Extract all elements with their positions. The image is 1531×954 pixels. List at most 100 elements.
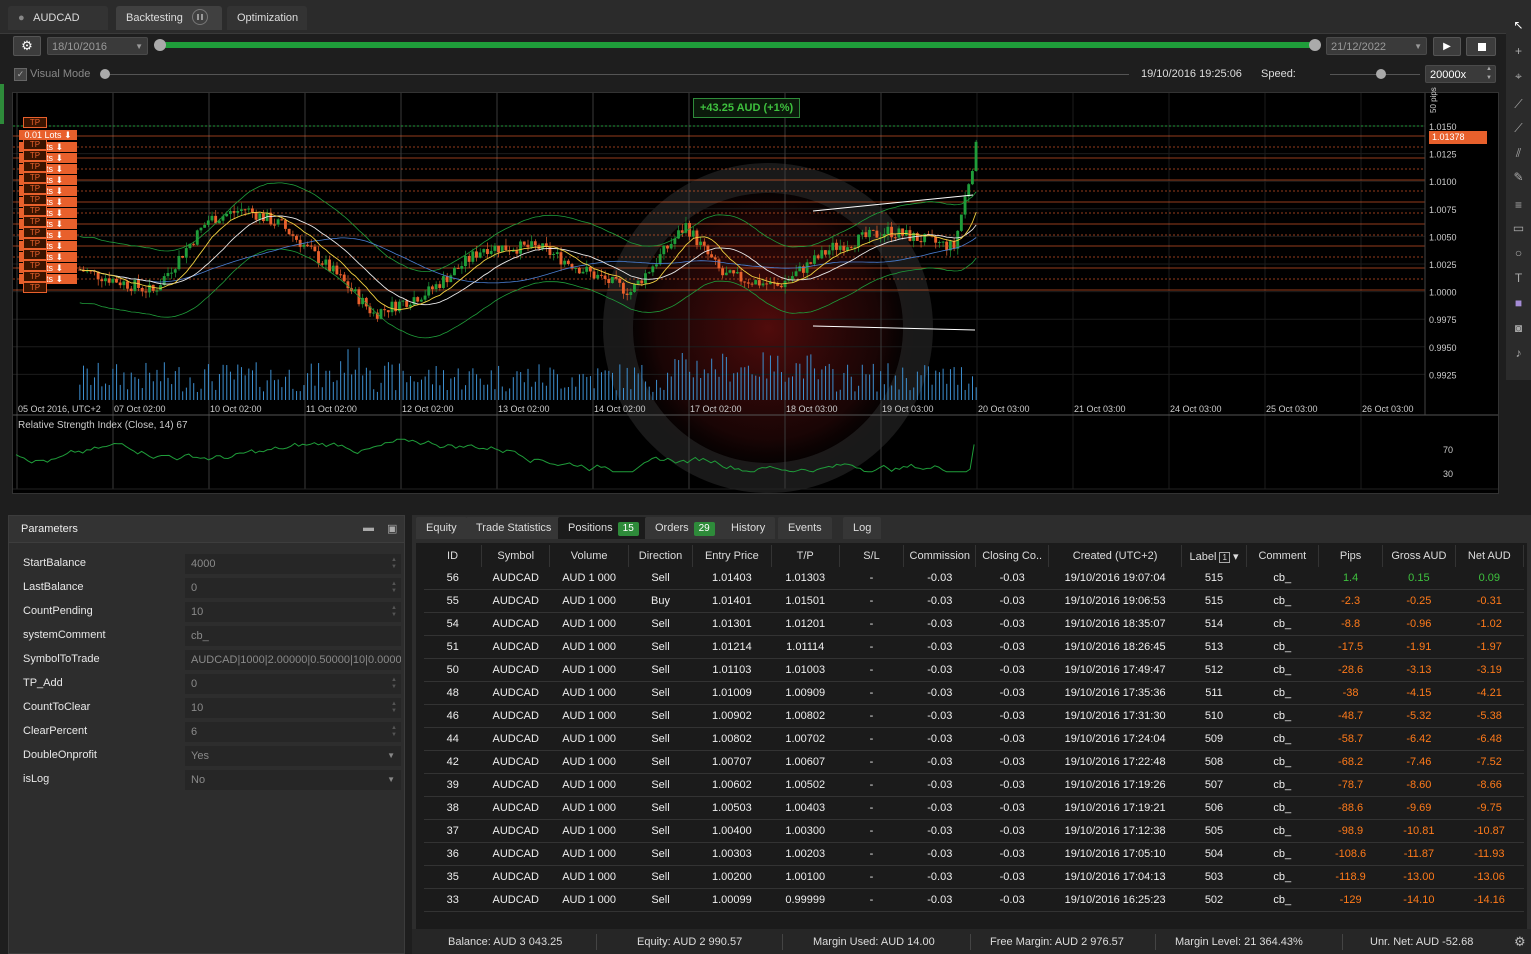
tp-tag[interactable]: TP: [23, 260, 47, 271]
settings-gear-icon[interactable]: ⚙: [13, 36, 41, 56]
spinner-icon[interactable]: ▲ ▼: [391, 725, 397, 739]
column-header[interactable]: Gross AUD: [1382, 545, 1456, 567]
spinner-icon[interactable]: ▲ ▼: [391, 701, 397, 715]
table-row[interactable]: 36 AUDCAD AUD 1 000 Sell 1.00303 1.00203- -0.0…: [424, 842, 1524, 866]
parameter-value-input[interactable]: 0 ▲ ▼: [185, 674, 401, 694]
tab-positions[interactable]: Positions 15: [558, 517, 649, 539]
spinner-icon[interactable]: ▲ ▼: [391, 605, 397, 619]
save-icon[interactable]: ▬: [363, 522, 374, 534]
camera-icon[interactable]: ◙: [1511, 321, 1526, 336]
tab-optimization[interactable]: Optimization: [227, 6, 307, 30]
column-header[interactable]: ID: [424, 545, 483, 567]
table-row[interactable]: 44 AUDCAD AUD 1 000 Sell 1.00802 1.00702- -0.0…: [424, 727, 1524, 751]
visual-mode-checkbox[interactable]: ✓: [14, 68, 27, 81]
tab-history[interactable]: History: [721, 517, 776, 539]
table-row[interactable]: 35 AUDCAD AUD 1 000 Sell 1.00200 1.00100- -0.0…: [424, 865, 1524, 889]
settings-gear-icon[interactable]: ⚙: [1514, 934, 1526, 950]
stop-button[interactable]: [1466, 37, 1496, 56]
tp-tag[interactable]: TP: [23, 216, 47, 227]
tp-tag[interactable]: TP: [23, 172, 47, 183]
ellipse-icon[interactable]: ○: [1511, 246, 1526, 261]
column-header[interactable]: Label 1 ▾: [1181, 545, 1247, 567]
tp-tag[interactable]: TP: [23, 139, 47, 150]
table-row[interactable]: 51 AUDCAD AUD 1 000 Sell 1.01214 1.01114- -0.0…: [424, 635, 1524, 659]
tp-tag[interactable]: TP: [23, 117, 47, 128]
tp-tag[interactable]: TP: [23, 238, 47, 249]
tab-trade-statistics[interactable]: Trade Statistics: [466, 517, 562, 539]
parameter-value-input[interactable]: 0 ▲ ▼: [185, 578, 401, 598]
column-header[interactable]: Comment: [1246, 545, 1319, 567]
spinner-icon[interactable]: ▲ ▼: [1486, 65, 1492, 83]
fibonacci-icon[interactable]: ≡: [1511, 198, 1526, 213]
tp-tag[interactable]: TP: [23, 150, 47, 161]
spinner-icon[interactable]: ▲ ▼: [391, 557, 397, 571]
chevron-down-icon[interactable]: ▼: [387, 770, 395, 790]
parameter-value-input[interactable]: No ▼: [185, 770, 401, 790]
column-header[interactable]: Commission: [903, 545, 977, 567]
progress-track[interactable]: [154, 39, 1321, 51]
parameter-value-input[interactable]: 4000 ▲ ▼: [185, 554, 401, 574]
visual-mode-slider[interactable]: [100, 69, 1129, 79]
tab-orders[interactable]: Orders 29: [645, 517, 725, 539]
parameter-value-input[interactable]: AUDCAD|1000|2.00000|0.50000|10|0.00006: [185, 650, 401, 670]
table-row[interactable]: 55 AUDCAD AUD 1 000 Buy 1.01401 1.01501- -0.03…: [424, 589, 1524, 613]
zoom-icon[interactable]: ⌖: [1511, 69, 1526, 84]
spinner-icon[interactable]: ▲ ▼: [391, 677, 397, 691]
tab-backtesting[interactable]: Backtesting: [116, 6, 222, 30]
column-header[interactable]: Closing Co..: [975, 545, 1049, 567]
visual-mode-slider-handle[interactable]: [100, 69, 110, 79]
pencil-icon[interactable]: ✎: [1511, 170, 1526, 185]
channel-icon[interactable]: ⫽: [1511, 146, 1526, 161]
column-header[interactable]: Direction: [628, 545, 694, 567]
tp-tag[interactable]: TP: [23, 271, 47, 282]
table-row[interactable]: 33 AUDCAD AUD 1 000 Sell 1.00099 0.99999- -0.0…: [424, 888, 1524, 912]
column-header[interactable]: T/P: [771, 545, 840, 567]
table-row[interactable]: 46 AUDCAD AUD 1 000 Sell 1.00902 1.00802- -0.0…: [424, 704, 1524, 728]
tab-symbol[interactable]: ● AUDCAD h1: [8, 6, 108, 48]
tab-log[interactable]: Log: [843, 517, 882, 539]
column-header[interactable]: Net AUD: [1455, 545, 1525, 567]
speed-input[interactable]: 20000x ▲ ▼: [1425, 65, 1496, 83]
column-header[interactable]: Pips: [1318, 545, 1384, 567]
speed-slider-handle[interactable]: [1376, 69, 1386, 79]
pause-icon[interactable]: [191, 9, 208, 26]
trendline-icon[interactable]: ⟋: [1511, 97, 1526, 112]
table-row[interactable]: 42 AUDCAD AUD 1 000 Sell 1.00707 1.00607- -0.0…: [424, 750, 1524, 774]
column-header[interactable]: Symbol: [481, 545, 551, 567]
parameter-value-input[interactable]: 6 ▲ ▼: [185, 722, 401, 742]
parameter-value-input[interactable]: 10 ▲ ▼: [185, 698, 401, 718]
text-icon[interactable]: T: [1511, 271, 1526, 286]
play-button[interactable]: ▶: [1433, 37, 1461, 56]
parameter-value-input[interactable]: cb_: [185, 626, 401, 646]
tp-tag[interactable]: TP: [23, 161, 47, 172]
parameter-value-input[interactable]: 10 ▲ ▼: [185, 602, 401, 622]
chevron-down-icon[interactable]: ▼: [387, 746, 395, 766]
speed-slider[interactable]: [1330, 69, 1420, 79]
price-chart[interactable]: 1.0150 1.0125 1.0100 1.0075 1.0050 1.0025 1.00…: [12, 87, 1499, 494]
tab-events[interactable]: Events: [778, 517, 832, 539]
tp-tag[interactable]: TP: [23, 227, 47, 238]
tp-tag[interactable]: TP: [23, 183, 47, 194]
spinner-icon[interactable]: ▲ ▼: [391, 581, 397, 595]
end-date-picker[interactable]: 21/12/2022 ▼: [1326, 37, 1427, 55]
tp-tag[interactable]: TP: [23, 194, 47, 205]
column-header[interactable]: Volume: [549, 545, 629, 567]
table-row[interactable]: 48 AUDCAD AUD 1 000 Sell 1.01009 1.00909- -0.0…: [424, 681, 1524, 705]
tp-tag[interactable]: TP: [23, 282, 47, 293]
alert-bell-icon[interactable]: ♪: [1511, 346, 1526, 361]
table-row[interactable]: 38 AUDCAD AUD 1 000 Sell 1.00503 1.00403- -0.0…: [424, 796, 1524, 820]
table-row[interactable]: 39 AUDCAD AUD 1 000 Sell 1.00602 1.00502- -0.0…: [424, 773, 1524, 797]
tp-tag[interactable]: TP: [23, 249, 47, 260]
column-header[interactable]: Entry Price: [692, 545, 772, 567]
table-row[interactable]: 37 AUDCAD AUD 1 000 Sell 1.00400 1.00300- -0.0…: [424, 819, 1524, 843]
progress-start-handle[interactable]: [154, 39, 166, 51]
cursor-icon[interactable]: ↖: [1511, 18, 1526, 33]
progress-end-handle[interactable]: [1309, 39, 1321, 51]
color-picker-icon[interactable]: ■: [1511, 296, 1526, 311]
column-header[interactable]: Created (UTC+2): [1048, 545, 1183, 567]
tab-equity[interactable]: Equity: [416, 517, 467, 539]
crosshair-icon[interactable]: +: [1511, 44, 1526, 59]
ray-icon[interactable]: ⟋: [1511, 121, 1526, 136]
tp-tag[interactable]: TP: [23, 205, 47, 216]
column-header[interactable]: S/L: [839, 545, 905, 567]
